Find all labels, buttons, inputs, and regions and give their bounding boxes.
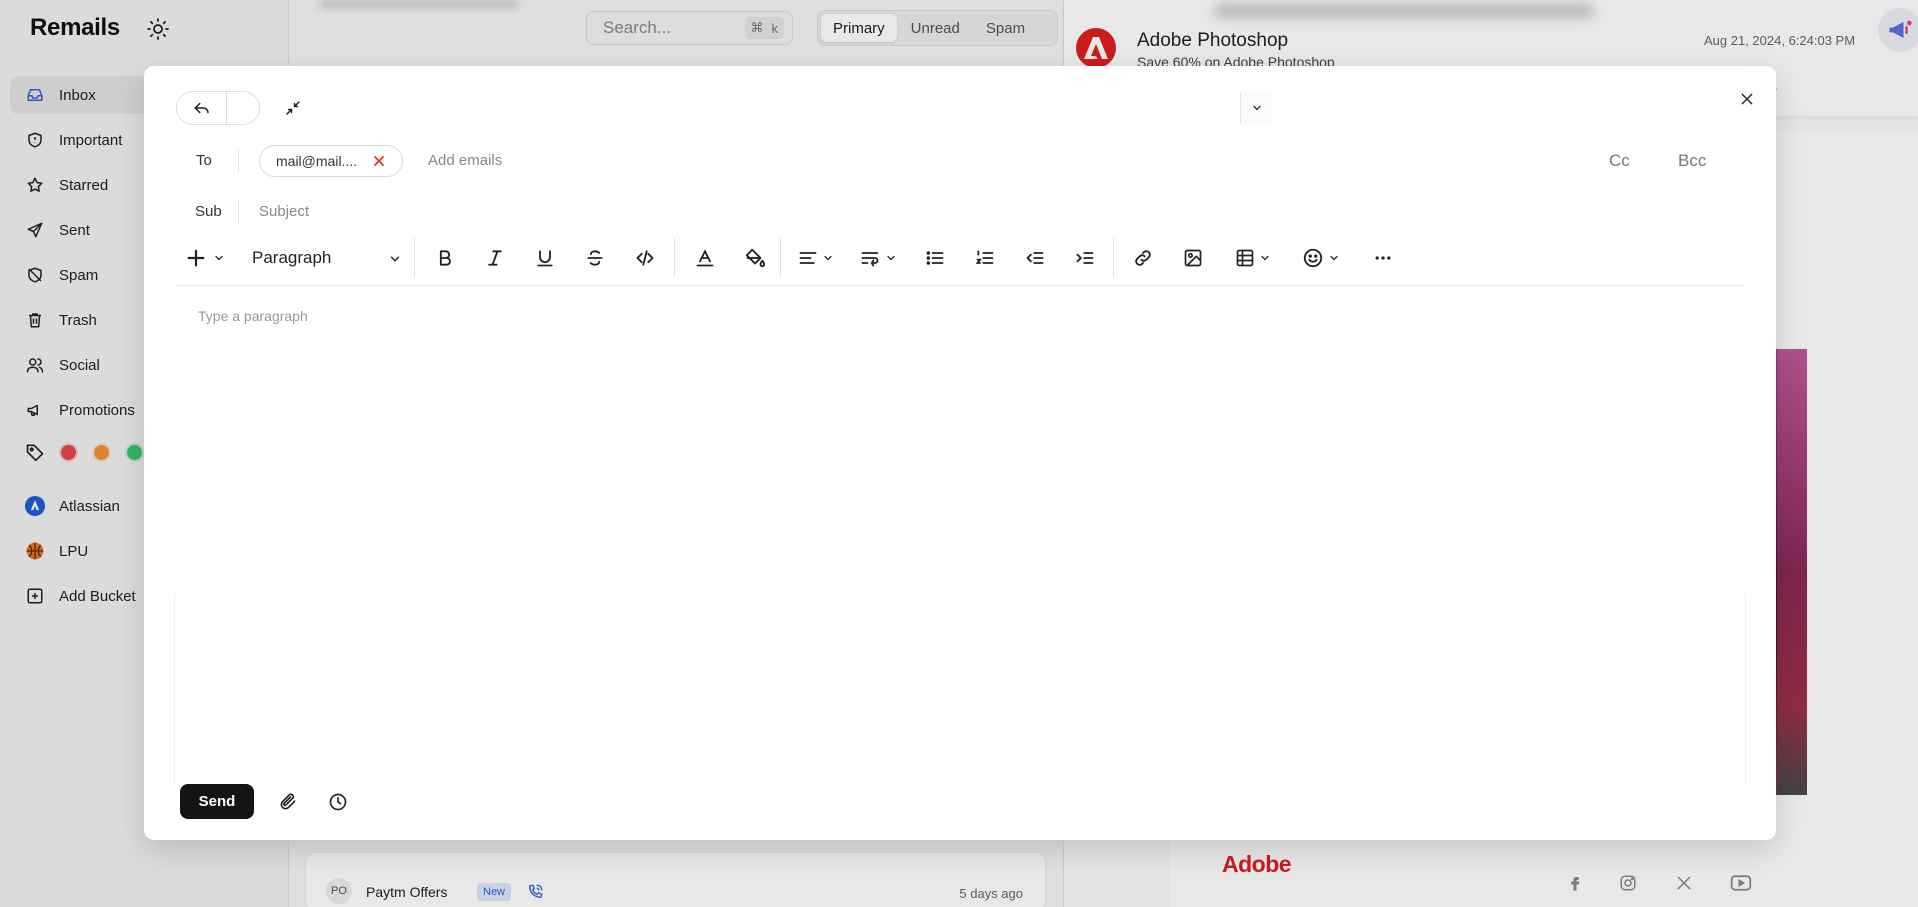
chevron-down-icon	[388, 252, 402, 266]
table-button[interactable]	[1230, 244, 1276, 272]
compose-modal: To mail@mail.... Add emails Cc Bcc Sub S…	[144, 66, 1776, 840]
remove-recipient-icon[interactable]	[372, 154, 386, 168]
send-button[interactable]: Send	[180, 784, 254, 819]
subject-divider	[238, 200, 239, 224]
reply-mode-switch	[176, 91, 1272, 125]
strikethrough-icon[interactable]	[580, 244, 610, 272]
code-icon[interactable]	[630, 244, 660, 272]
highlight-icon[interactable]	[740, 244, 770, 272]
reply-icon[interactable]	[177, 92, 227, 124]
image-icon[interactable]	[1178, 244, 1208, 272]
toolbar-divider	[780, 238, 781, 278]
paperclip-icon[interactable]	[276, 790, 300, 814]
cc-button[interactable]: Cc	[1609, 151, 1630, 171]
underline-icon[interactable]	[530, 244, 560, 272]
toolbar-divider	[674, 238, 675, 278]
close-icon[interactable]	[1734, 86, 1760, 112]
block-type-select[interactable]: Paragraph	[252, 244, 402, 272]
line-height-button[interactable]	[856, 244, 900, 272]
to-divider	[238, 149, 239, 173]
recipient-chip[interactable]: mail@mail....	[259, 145, 403, 177]
toolbar-divider	[1113, 238, 1114, 278]
link-icon[interactable]	[1128, 244, 1158, 272]
emoji-button[interactable]	[1298, 244, 1344, 272]
bcc-button[interactable]: Bcc	[1678, 151, 1706, 171]
recipient-email: mail@mail....	[276, 153, 358, 169]
block-type-value: Paragraph	[252, 248, 332, 267]
chevron-down-icon[interactable]	[1240, 92, 1272, 124]
text-color-icon[interactable]	[690, 244, 720, 272]
bold-icon[interactable]	[430, 244, 460, 272]
add-emails-input[interactable]: Add emails	[428, 152, 502, 169]
align-button[interactable]	[794, 244, 838, 272]
to-label: To	[196, 152, 212, 169]
clock-icon[interactable]	[326, 790, 350, 814]
subject-label: Sub	[195, 203, 222, 220]
italic-icon[interactable]	[480, 244, 510, 272]
editor-bottom-area	[174, 594, 1746, 784]
indent-icon[interactable]	[1070, 244, 1100, 272]
insert-block-button[interactable]	[184, 244, 226, 272]
subject-input[interactable]: Subject	[259, 203, 309, 220]
more-icon[interactable]	[1368, 244, 1398, 272]
outdent-icon[interactable]	[1020, 244, 1050, 272]
editor-placeholder: Type a paragraph	[198, 308, 308, 324]
editor-toolbar: Paragraph	[174, 230, 1746, 286]
bullet-list-icon[interactable]	[920, 244, 950, 272]
minimize-icon[interactable]	[282, 97, 304, 119]
numbered-list-icon[interactable]	[970, 244, 1000, 272]
toolbar-divider	[414, 238, 415, 278]
